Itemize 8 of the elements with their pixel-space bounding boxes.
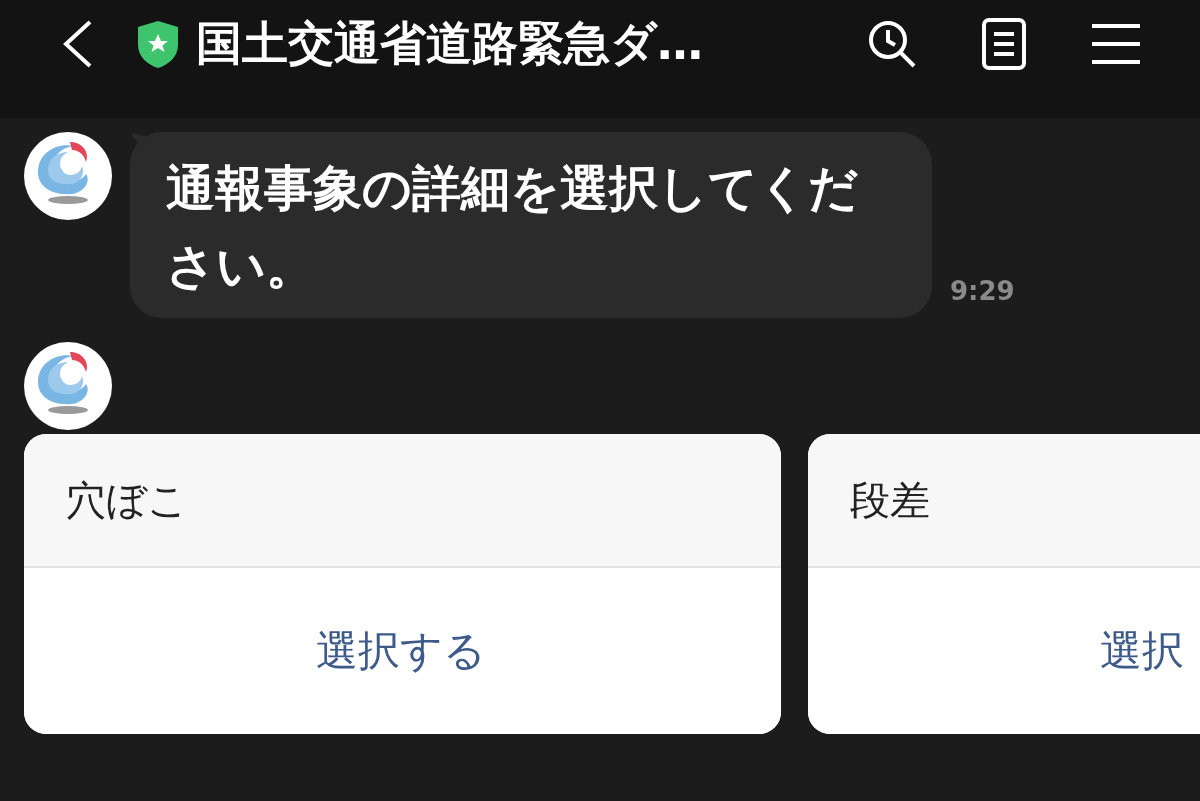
chat-title: 国土交通省道路緊急ダ… (196, 15, 704, 72)
message-time: 9:29 (950, 276, 1015, 306)
avatar-icon (24, 132, 112, 220)
avatar-icon (24, 342, 112, 430)
shield-star-icon (136, 19, 180, 69)
card-title: 段差 (808, 434, 1200, 568)
card-title: 穴ぼこ (24, 434, 781, 568)
message-bubble: 通報事象の詳細を選択してください。 (130, 132, 932, 318)
